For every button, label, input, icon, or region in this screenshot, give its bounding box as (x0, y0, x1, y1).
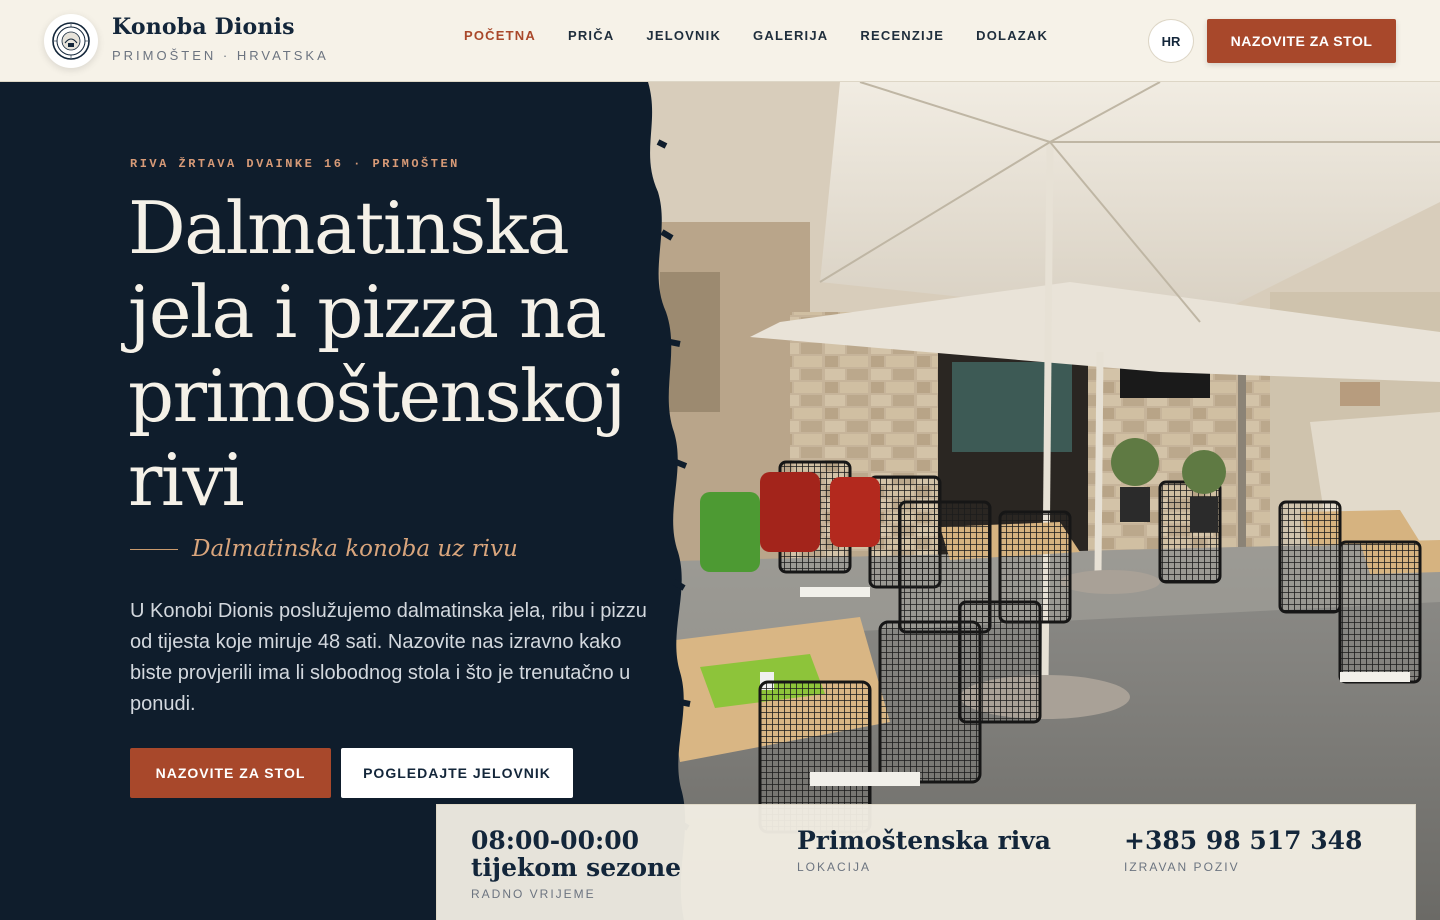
call-for-table-button[interactable]: NAZOVITE ZA STOL (130, 748, 331, 798)
location-value[interactable]: Primoštenska riva (797, 827, 1051, 854)
address-line: RIVA ŽRTAVA DVAINKE 16 · PRIMOŠTEN (130, 157, 460, 171)
hero-section: RIVA ŽRTAVA DVAINKE 16 · PRIMOŠTEN Dalma… (0, 82, 1440, 920)
terrace-photo (640, 82, 1440, 920)
nav-item-prica[interactable]: PRIČA (568, 28, 614, 43)
hero-title: Dalmatinska jela i pizza na primoštensko… (128, 186, 626, 522)
info-hours: 08:00-00:00 tijekom sezone RADNO VRIJEME (471, 827, 701, 901)
site-header: Konoba Dionis PRIMOŠTEN · HRVATSKA POČET… (0, 0, 1440, 82)
tagline-divider (130, 548, 178, 550)
nav-item-dolazak[interactable]: DOLAZAK (976, 28, 1048, 43)
info-bar: 08:00-00:00 tijekom sezone RADNO VRIJEME… (436, 804, 1416, 920)
view-menu-button[interactable]: POGLEDAJTE JELOVNIK (341, 748, 573, 798)
hours-value: 08:00-00:00 tijekom sezone (471, 826, 682, 882)
nav-item-pocetna[interactable]: POČETNA (464, 28, 536, 43)
info-location: Primoštenska riva LOKACIJA (797, 827, 1051, 874)
brand-subtitle: PRIMOŠTEN · HRVATSKA (112, 48, 329, 63)
tagline-row: Dalmatinska konoba uz rivu (130, 536, 518, 562)
main-nav: POČETNA PRIČA JELOVNIK GALERIJA RECENZIJ… (464, 28, 1048, 43)
phone-label: IZRAVAN POZIV (1124, 860, 1240, 874)
info-phone: +385 98 517 348 IZRAVAN POZIV (1124, 827, 1362, 874)
location-label: LOKACIJA (797, 860, 872, 874)
phone-value[interactable]: +385 98 517 348 (1124, 827, 1362, 854)
logo-seal-icon[interactable] (44, 14, 98, 68)
language-switch-button[interactable]: HR (1148, 19, 1194, 63)
nav-item-jelovnik[interactable]: JELOVNIK (646, 28, 721, 43)
hero-description: U Konobi Dionis poslužujemo dalmatinska … (130, 600, 647, 715)
header-call-button[interactable]: NAZOVITE ZA STOL (1207, 19, 1396, 63)
hero-tagline: Dalmatinska konoba uz rivu (192, 536, 518, 562)
hours-label: RADNO VRIJEME (471, 887, 596, 901)
nav-item-galerija[interactable]: GALERIJA (753, 28, 828, 43)
brand-name[interactable]: Konoba Dionis (112, 14, 295, 40)
nav-item-recenzije[interactable]: RECENZIJE (860, 28, 944, 43)
